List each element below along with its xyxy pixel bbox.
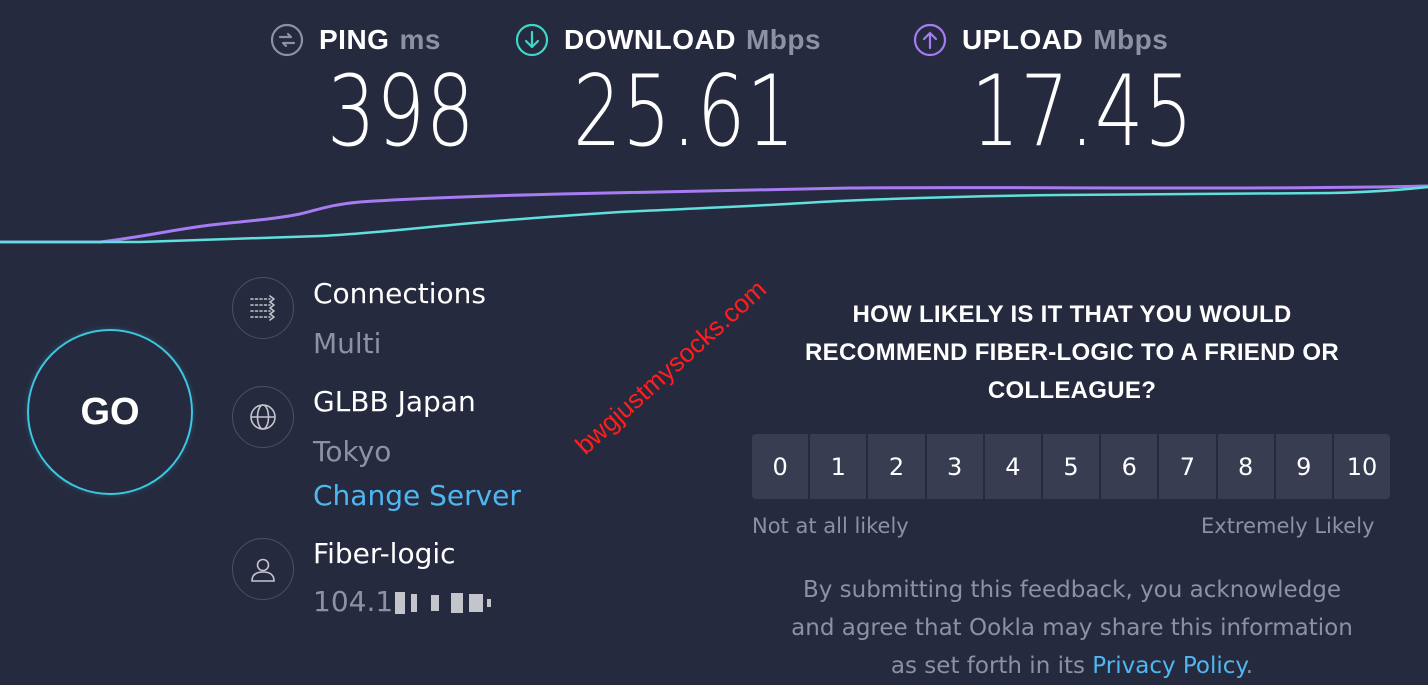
disclaimer-line3-text: as set forth in its — [890, 653, 1085, 679]
rating-scale: 0 1 2 3 4 5 6 7 8 9 10 — [752, 434, 1391, 499]
rating-option-5[interactable]: 5 — [1042, 434, 1100, 499]
rating-option-2[interactable]: 2 — [868, 434, 925, 499]
disclaimer-period: . — [1245, 653, 1254, 679]
rating-option-1[interactable]: 1 — [810, 434, 867, 499]
disclaimer-line1: By submitting this feedback, you acknowl… — [802, 577, 1342, 603]
upload-icon — [913, 23, 947, 57]
rating-option-3[interactable]: 3 — [926, 434, 983, 499]
rating-option-9[interactable]: 9 — [1275, 434, 1332, 499]
rating-option-0[interactable]: 0 — [752, 434, 809, 499]
survey-question-line3: COLLEAGUE? — [987, 377, 1157, 404]
server-name: GLBB Japan — [313, 385, 476, 418]
survey-question-line2: RECOMMEND FIBER-LOGIC TO A FRIEND OR — [805, 339, 1339, 366]
download-graph-line — [0, 185, 1428, 244]
go-button[interactable]: GO — [27, 329, 193, 495]
ping-label: PING ms — [270, 22, 441, 58]
upload-title: UPLOAD — [962, 24, 1084, 55]
rating-option-7[interactable]: 7 — [1159, 434, 1216, 499]
rating-option-8[interactable]: 8 — [1217, 434, 1274, 499]
disclaimer-line3: as set forth in its Privacy Policy. — [752, 647, 1392, 685]
rating-option-4[interactable]: 4 — [984, 434, 1041, 499]
download-title: DOWNLOAD — [564, 24, 736, 55]
scale-low-label: Not at all likely — [752, 514, 909, 538]
ping-value: 398 — [327, 55, 476, 169]
privacy-policy-link[interactable]: Privacy Policy — [1092, 653, 1245, 679]
survey-disclaimer: By submitting this feedback, you acknowl… — [752, 571, 1392, 685]
ping-icon — [270, 23, 304, 57]
connections-title: Connections — [313, 277, 487, 310]
rating-option-10[interactable]: 10 — [1333, 434, 1391, 499]
ping-unit: ms — [399, 24, 441, 55]
upload-unit: Mbps — [1093, 24, 1169, 55]
ip-redaction — [393, 585, 492, 618]
provider-ip-text: 104.1 — [313, 585, 394, 618]
disclaimer-line2: and agree that Ookla may share this info… — [791, 615, 1353, 641]
provider-name: Fiber-logic — [313, 537, 456, 570]
upload-label: UPLOAD Mbps — [913, 22, 1168, 58]
server-location: Tokyo — [313, 435, 392, 468]
globe-icon — [232, 386, 294, 448]
change-server-link[interactable]: Change Server — [313, 479, 521, 513]
survey-question: HOW LIKELY IS IT THAT YOU WOULD RECOMMEN… — [762, 296, 1382, 410]
ping-title: PING — [319, 24, 390, 55]
upload-value: 17.45 — [971, 55, 1194, 169]
survey-question-line1: HOW LIKELY IS IT THAT YOU WOULD — [852, 301, 1292, 328]
scale-high-label: Extremely Likely — [1201, 514, 1375, 538]
user-icon — [232, 538, 294, 600]
download-icon — [515, 23, 549, 57]
connections-icon — [232, 277, 294, 339]
connections-value[interactable]: Multi — [313, 327, 381, 361]
rating-option-6[interactable]: 6 — [1101, 434, 1158, 499]
download-unit: Mbps — [745, 24, 822, 55]
download-label: DOWNLOAD Mbps — [515, 22, 821, 58]
download-value: 25.61 — [573, 55, 796, 169]
speed-graph — [0, 184, 1428, 244]
watermark-text: bwgjustmysocks.com — [569, 273, 772, 461]
provider-ip: 104.1 — [313, 585, 492, 619]
